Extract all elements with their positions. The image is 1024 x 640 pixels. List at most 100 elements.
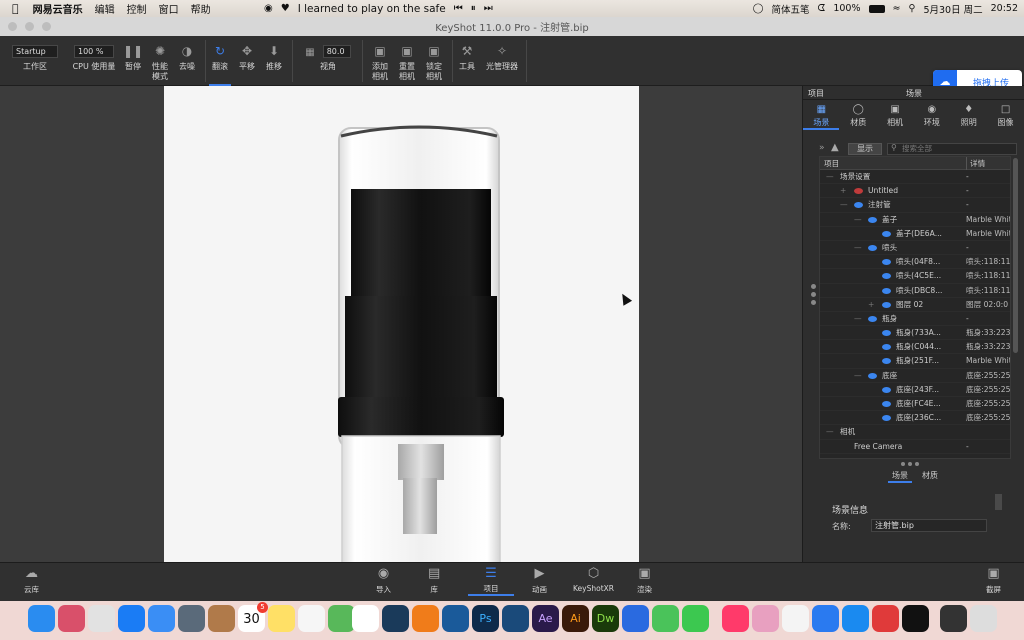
bluetooth-icon[interactable]: ᗧ: [817, 3, 825, 14]
animation-button[interactable]: ▶ 动画: [532, 566, 547, 595]
wifi-icon[interactable]: ≈: [893, 3, 901, 14]
expand-icon[interactable]: +: [868, 298, 874, 312]
tree-row[interactable]: 底座(243F... 底座:255:25: [820, 383, 1010, 397]
menu-control[interactable]: 控制: [127, 1, 147, 16]
status-icon[interactable]: ◯: [753, 3, 764, 14]
messages-icon[interactable]: [652, 605, 679, 632]
launchpad-icon[interactable]: [88, 605, 115, 632]
project-button[interactable]: ☰ 项目: [468, 563, 514, 596]
import-button[interactable]: ◉ 导入: [376, 566, 391, 595]
contacts-icon[interactable]: [208, 605, 235, 632]
tree-row[interactable]: — 瓶身 -: [820, 312, 1010, 327]
tree-row[interactable]: Free Camera -: [820, 440, 1010, 454]
books-icon[interactable]: [752, 605, 779, 632]
search-icon[interactable]: ⚲: [908, 3, 915, 14]
prev-icon[interactable]: ⏮: [454, 3, 463, 14]
tree-row[interactable]: + 图层 02 图层 02:0:0: [820, 298, 1010, 312]
screen-icon[interactable]: [940, 605, 967, 632]
chevron-right-icon[interactable]: »: [819, 143, 825, 153]
input-method[interactable]: 简体五笔: [771, 2, 809, 16]
pause-icon[interactable]: ⏸: [471, 3, 476, 14]
menu-help[interactable]: 帮助: [191, 1, 211, 16]
trash-icon[interactable]: [970, 605, 997, 632]
add-camera-button[interactable]: ▣ 添加 相机: [368, 36, 392, 86]
menu-edit[interactable]: 编辑: [95, 1, 115, 16]
mail-icon[interactable]: [148, 605, 175, 632]
lark-icon[interactable]: [842, 605, 869, 632]
zoom-button[interactable]: [42, 22, 51, 31]
reset-camera-button[interactable]: ▣ 重置 相机: [395, 36, 419, 86]
pause-button[interactable]: ❚❚ 暂停: [122, 36, 144, 86]
dolly-button[interactable]: ⬇ 推移: [263, 36, 285, 86]
collapse-icon[interactable]: —: [854, 213, 862, 227]
visibility-eye-icon[interactable]: [882, 273, 891, 280]
visibility-eye-icon[interactable]: [854, 188, 863, 195]
bilibili-icon[interactable]: [782, 605, 809, 632]
screenshot-button[interactable]: ▣ 截屏: [986, 566, 1001, 595]
tree-row[interactable]: 底座(236C... 底座:255:25: [820, 411, 1010, 426]
photos-icon[interactable]: [352, 605, 379, 632]
tab-camera[interactable]: ▣ 相机: [877, 104, 913, 130]
tree-row[interactable]: 喷头(DBC8... 喷头:118:118: [820, 284, 1010, 298]
tree-row[interactable]: 底座(FC4E... 底座:255:25: [820, 397, 1010, 412]
netease-music-icon[interactable]: [872, 605, 899, 632]
menu-window[interactable]: 窗口: [159, 1, 179, 16]
tree-scrollbar[interactable]: [1013, 158, 1018, 353]
safari-icon[interactable]: [118, 605, 145, 632]
cinema4d-icon[interactable]: [382, 605, 409, 632]
tree-row[interactable]: — 场景设置 -: [820, 170, 1010, 185]
visibility-eye-icon[interactable]: [868, 216, 877, 223]
panel-drag-handle[interactable]: [811, 284, 816, 305]
baidu-netdisk-icon[interactable]: [812, 605, 839, 632]
subtab-scene[interactable]: 场景: [888, 470, 912, 483]
pan-button[interactable]: ✥ 平移: [236, 36, 258, 86]
cloud-library-button[interactable]: ☁ 云库: [24, 566, 39, 595]
visibility-eye-icon[interactable]: [854, 202, 863, 209]
facetime-icon[interactable]: [682, 605, 709, 632]
finder-icon[interactable]: [28, 605, 55, 632]
collapse-icon[interactable]: —: [826, 425, 834, 439]
tab-material[interactable]: ◯ 材质: [840, 104, 876, 130]
tree-row[interactable]: 瓶身(733A... 瓶身:33:223: [820, 326, 1010, 341]
visibility-eye-icon[interactable]: [868, 372, 877, 379]
filter-icon[interactable]: ▲: [831, 142, 839, 153]
show-button[interactable]: 显示: [848, 143, 882, 155]
tree-row[interactable]: — 相机: [820, 425, 1010, 440]
tree-row[interactable]: 盖子(DE6A... Marble Whit: [820, 227, 1010, 241]
visibility-eye-icon[interactable]: [882, 344, 891, 351]
tree-row[interactable]: — 盖子 Marble Whit: [820, 213, 1010, 227]
visibility-eye-icon[interactable]: [882, 301, 891, 308]
visibility-eye-icon[interactable]: [882, 230, 891, 237]
tab-environment[interactable]: ◉ 环境: [914, 104, 950, 130]
visibility-eye-icon[interactable]: [882, 358, 891, 365]
battery-icon[interactable]: [868, 4, 885, 13]
c4d-alt-icon[interactable]: [502, 605, 529, 632]
collapse-icon[interactable]: —: [840, 198, 848, 212]
qq-icon[interactable]: [902, 605, 929, 632]
visibility-eye-icon[interactable]: [882, 330, 891, 337]
apple-icon[interactable]: : [12, 2, 19, 15]
tab-image[interactable]: □ 图像: [988, 104, 1024, 130]
aftereffects-icon[interactable]: Ae: [532, 605, 559, 632]
siri-icon[interactable]: [58, 605, 85, 632]
quicktime-icon[interactable]: [178, 605, 205, 632]
youku-icon[interactable]: [722, 605, 749, 632]
visibility-eye-icon[interactable]: [868, 244, 877, 251]
bell-icon[interactable]: ♥: [281, 3, 290, 14]
record-icon[interactable]: ◉: [264, 3, 273, 14]
keyshot-icon[interactable]: [442, 605, 469, 632]
tree-row[interactable]: 喷头(4C5E... 喷头:118:118: [820, 269, 1010, 284]
reminders-icon[interactable]: [298, 605, 325, 632]
visibility-eye-icon[interactable]: [882, 401, 891, 407]
light-manager-button[interactable]: ✧ 光管理器: [484, 36, 520, 86]
tree-row[interactable]: 瓶身(C044... 瓶身:33:223: [820, 340, 1010, 355]
expand-icon[interactable]: +: [840, 184, 846, 198]
search-field[interactable]: 搜索全部: [887, 143, 1017, 155]
next-icon[interactable]: ⏭: [484, 3, 493, 14]
collapse-icon[interactable]: —: [854, 312, 862, 326]
keyshotxr-button[interactable]: ⬡ KeyShotXR: [573, 566, 614, 593]
tree-row[interactable]: — 注射管 -: [820, 198, 1010, 213]
tree-row[interactable]: + Untitled -: [820, 184, 1010, 199]
dreamweaver-icon[interactable]: Dw: [592, 605, 619, 632]
library-button[interactable]: ▤ 库: [428, 566, 440, 595]
